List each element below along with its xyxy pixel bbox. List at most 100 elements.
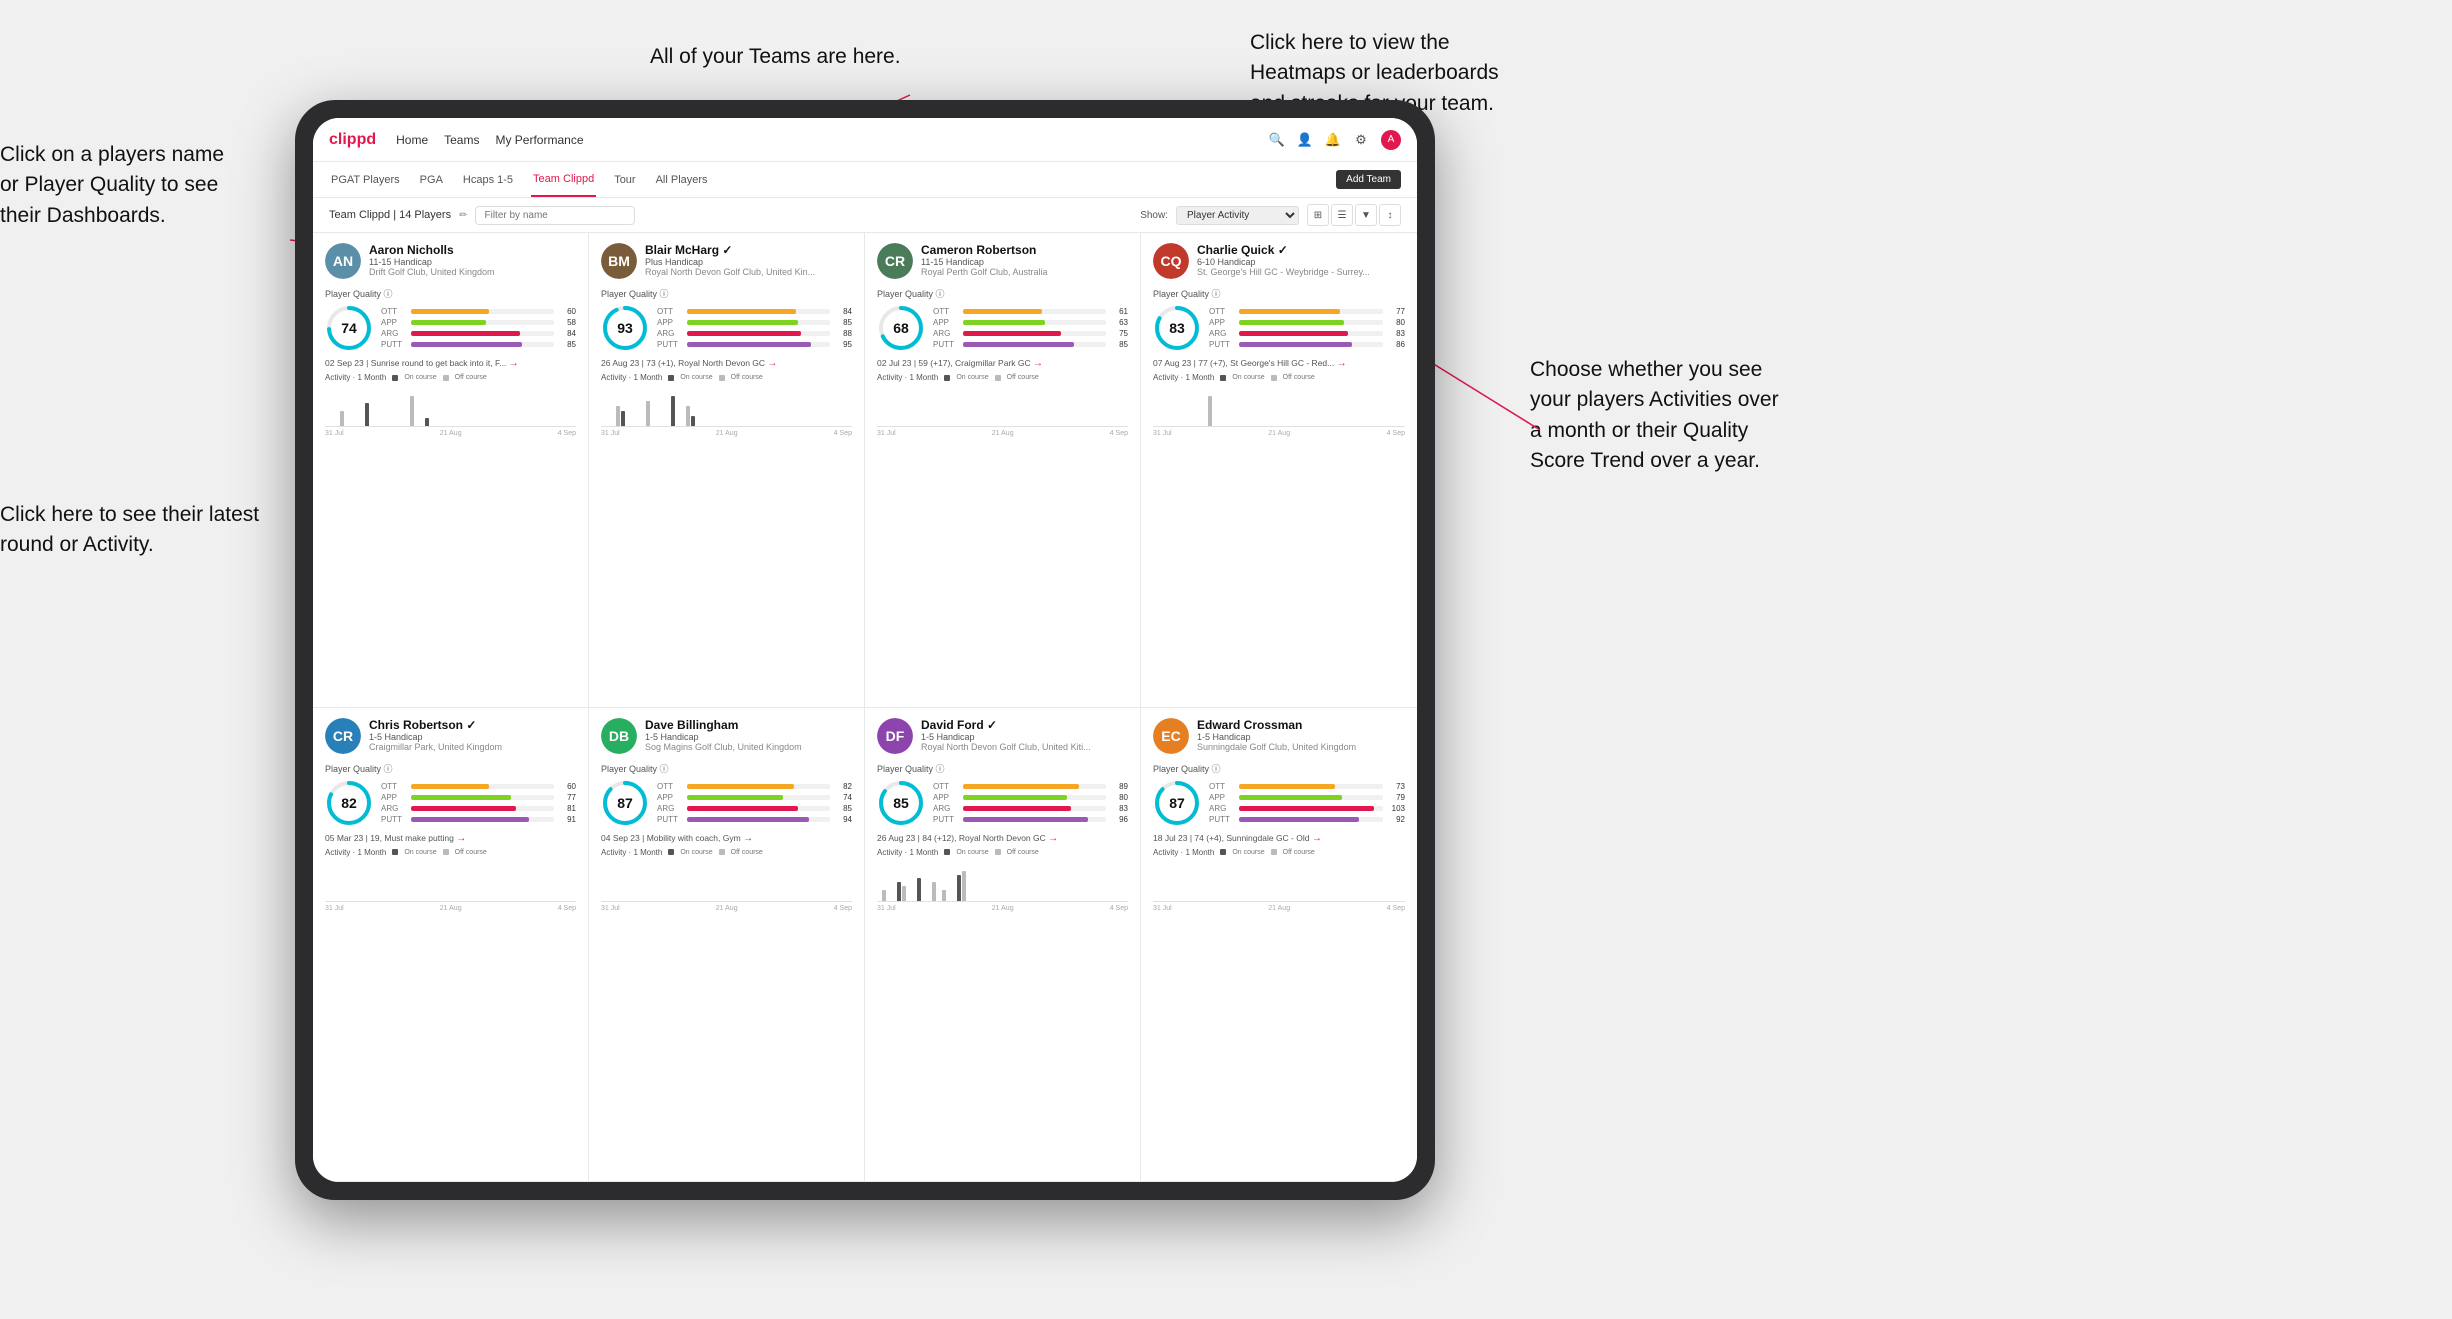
latest-round[interactable]: 26 Aug 23 | 73 (+1), Royal North Devon G… [601,358,852,369]
nav-home[interactable]: Home [396,129,428,151]
subnav-team-clippd[interactable]: Team Clippd [531,162,596,197]
latest-round[interactable]: 18 Jul 23 | 74 (+4), Sunningdale GC - Ol… [1153,833,1405,844]
view-icons: ⊞ ☰ ▼ ↕ [1307,204,1401,226]
quality-circle[interactable]: 87 [601,779,649,827]
oncourse-dot [1220,375,1226,381]
nav-teams[interactable]: Teams [444,129,479,151]
quality-circle[interactable]: 74 [325,304,373,352]
show-select[interactable]: Player Activity Quality Score Trend [1176,206,1299,225]
activity-legend: On course Off course [668,849,762,856]
activity-legend: On course Off course [392,849,486,856]
stat-app: APP 63 [933,318,1128,327]
stat-putt: PUTT 86 [1209,340,1405,349]
offcourse-dot [443,375,449,381]
putt-bar [411,817,529,822]
quality-circle[interactable]: 82 [325,779,373,827]
arg-bar [411,806,516,811]
quality-circle[interactable]: 93 [601,304,649,352]
mini-chart: 31 Jul 21 Aug 4 Sep [325,860,576,912]
player-name[interactable]: David Ford ✓ [921,718,1128,732]
player-name[interactable]: Cameron Robertson [921,243,1128,257]
tablet-frame: clippd Home Teams My Performance 🔍 👤 🔔 ⚙… [295,100,1435,1200]
add-team-button[interactable]: Add Team [1336,170,1401,189]
latest-round[interactable]: 07 Aug 23 | 77 (+7), St George's Hill GC… [1153,358,1405,369]
player-name[interactable]: Blair McHarg ✓ [645,243,852,257]
show-label: Show: [1140,210,1168,221]
player-name[interactable]: Dave Billingham [645,718,852,732]
putt-bar [687,342,811,347]
settings-icon[interactable]: ⚙ [1353,132,1369,148]
subnav-all-players[interactable]: All Players [654,162,710,197]
offcourse-label: Off course [1283,374,1315,381]
offcourse-dot [719,849,725,855]
ott-bar [411,309,489,314]
player-card: CR Chris Robertson ✓ 1-5 Handicap Craigm… [313,708,589,1183]
activity-label: Activity · 1 Month [325,373,386,382]
player-header: CR Chris Robertson ✓ 1-5 Handicap Craigm… [325,718,576,754]
player-name[interactable]: Edward Crossman [1197,718,1405,732]
quality-circle[interactable]: 85 [877,779,925,827]
player-name[interactable]: Chris Robertson ✓ [369,718,576,732]
latest-round[interactable]: 02 Jul 23 | 59 (+17), Craigmillar Park G… [877,358,1128,369]
avatar-icon[interactable]: A [1381,130,1401,150]
subnav-pgat[interactable]: PGAT Players [329,162,402,197]
player-header: AN Aaron Nicholls 11-15 Handicap Drift G… [325,243,576,279]
player-card: DB Dave Billingham 1-5 Handicap Sog Magi… [589,708,865,1183]
quality-score: 68 [893,320,909,336]
sort-button[interactable]: ↕ [1379,204,1401,226]
putt-bar [1239,342,1352,347]
round-arrow: → [1312,833,1322,844]
player-name[interactable]: Charlie Quick ✓ [1197,243,1405,257]
latest-round[interactable]: 05 Mar 23 | 19, Must make putting → [325,833,576,844]
nav-performance[interactable]: My Performance [495,129,583,151]
player-name[interactable]: Aaron Nicholls [369,243,576,257]
player-avatar: DF [877,718,913,754]
arg-bar [411,331,520,336]
bell-icon[interactable]: 🔔 [1325,132,1341,148]
activity-section: Activity · 1 Month On course Off course … [601,848,852,912]
subnav-tour[interactable]: Tour [612,162,637,197]
latest-round[interactable]: 26 Aug 23 | 84 (+12), Royal North Devon … [877,833,1128,844]
player-avatar: CR [877,243,913,279]
player-header: CR Cameron Robertson 11-15 Handicap Roya… [877,243,1128,279]
grid-view-button[interactable]: ⊞ [1307,204,1329,226]
player-card: EC Edward Crossman 1-5 Handicap Sunningd… [1141,708,1417,1183]
activity-header: Activity · 1 Month On course Off course [325,848,576,857]
player-card: BM Blair McHarg ✓ Plus Handicap Royal No… [589,233,865,708]
offcourse-label: Off course [731,849,763,856]
activity-legend: On course Off course [944,849,1038,856]
offcourse-dot [995,849,1001,855]
latest-round[interactable]: 04 Sep 23 | Mobility with coach, Gym → [601,833,852,844]
stats-bars: OTT 84 APP 85 ARG [657,307,852,349]
latest-round[interactable]: 02 Sep 23 | Sunrise round to get back in… [325,358,576,369]
activity-label: Activity · 1 Month [601,373,662,382]
list-view-button[interactable]: ☰ [1331,204,1353,226]
filter-input[interactable] [475,206,635,225]
player-avatar: BM [601,243,637,279]
activity-section: Activity · 1 Month On course Off course … [877,373,1128,437]
arg-bar [1239,331,1348,336]
avatar-initials: CQ [1153,243,1189,279]
round-arrow: → [456,833,466,844]
subnav-pga[interactable]: PGA [418,162,445,197]
chart-bars [1153,387,1405,427]
offcourse-label: Off course [731,374,763,381]
app-bar [963,320,1045,325]
quality-circle[interactable]: 83 [1153,304,1201,352]
tablet-screen: clippd Home Teams My Performance 🔍 👤 🔔 ⚙… [313,118,1417,1182]
stat-putt: PUTT 95 [657,340,852,349]
filter-button[interactable]: ▼ [1355,204,1377,226]
chart-bars [325,862,576,902]
activity-header: Activity · 1 Month On course Off course [877,373,1128,382]
quality-circle[interactable]: 87 [1153,779,1201,827]
subnav-hcaps[interactable]: Hcaps 1-5 [461,162,515,197]
avatar-initials: CR [325,718,361,754]
round-arrow: → [1048,833,1058,844]
quality-score: 93 [617,320,633,336]
stat-arg: ARG 84 [381,329,576,338]
search-icon[interactable]: 🔍 [1269,132,1285,148]
quality-circle[interactable]: 68 [877,304,925,352]
edit-icon[interactable]: ✏ [459,210,467,221]
person-icon[interactable]: 👤 [1297,132,1313,148]
activities-annotation: Choose whether you seeyour players Activ… [1530,355,1779,477]
